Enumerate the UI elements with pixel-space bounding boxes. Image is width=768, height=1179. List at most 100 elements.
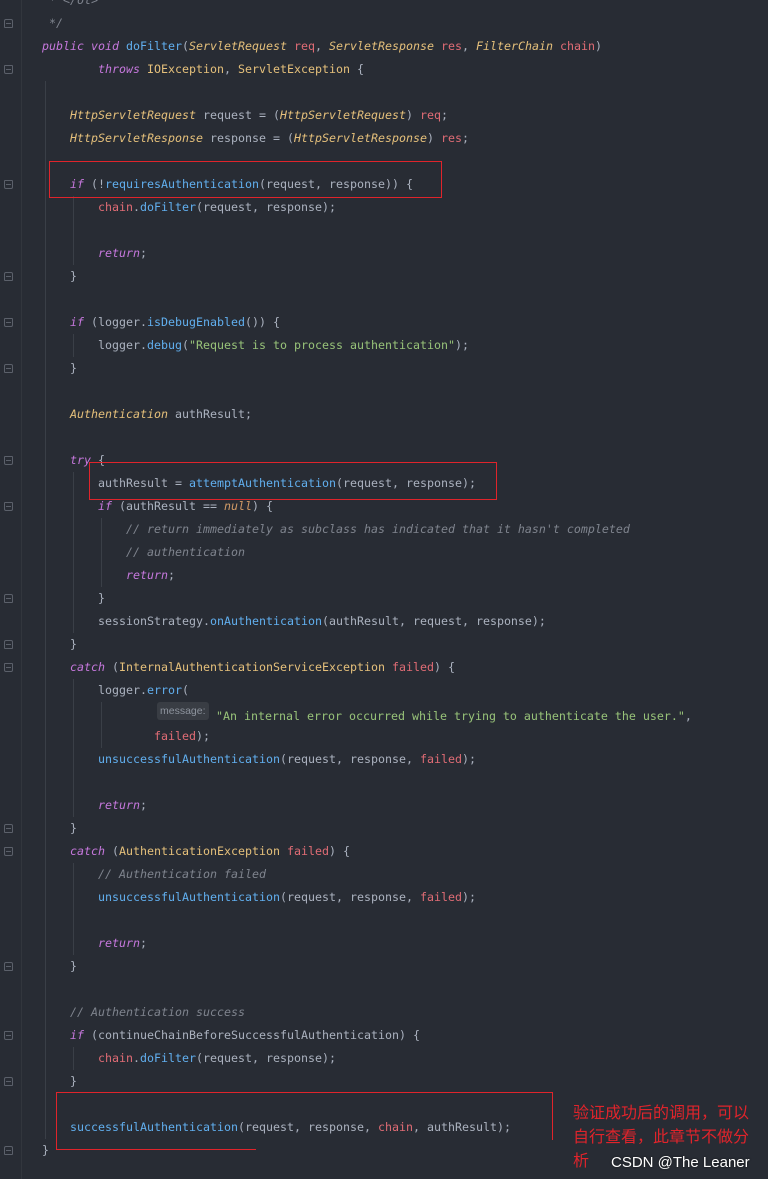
- annotation-line: 自行查看，此章节不做分: [573, 1127, 750, 1146]
- fold-end-icon[interactable]: [4, 1145, 13, 1155]
- code-line[interactable]: */: [0, 12, 768, 35]
- code-line[interactable]: catch (AuthenticationException failed) {: [0, 840, 768, 863]
- fold-end-icon[interactable]: [4, 1076, 13, 1086]
- fold-end-icon[interactable]: [4, 823, 13, 833]
- code-line[interactable]: }: [0, 955, 768, 978]
- code-line[interactable]: return;: [0, 932, 768, 955]
- code-line-text: }: [42, 357, 77, 380]
- code-line[interactable]: HttpServletResponse response = (HttpServ…: [0, 127, 768, 150]
- code-line[interactable]: throws IOException, ServletException {: [0, 58, 768, 81]
- code-line[interactable]: logger.error(: [0, 679, 768, 702]
- code-line-text: catch (InternalAuthenticationServiceExce…: [42, 656, 455, 679]
- keyword-token: catch: [70, 843, 105, 858]
- code-line[interactable]: return;: [0, 242, 768, 265]
- code-line[interactable]: sessionStrategy.onAuthentication(authRes…: [0, 610, 768, 633]
- comment-token: */: [42, 15, 63, 30]
- code-line[interactable]: Authentication authResult;: [0, 403, 768, 426]
- code-line[interactable]: }: [0, 357, 768, 380]
- code-line[interactable]: // Authentication success: [0, 1001, 768, 1024]
- code-text-token: (request, response,: [279, 751, 420, 766]
- method-token: successfulAuthentication: [70, 1119, 238, 1134]
- type-token: IOException: [147, 61, 224, 76]
- code-line[interactable]: }: [0, 633, 768, 656]
- code-line[interactable]: logger.debug("Request is to process auth…: [0, 334, 768, 357]
- code-line[interactable]: }: [0, 817, 768, 840]
- code-text-token: .: [133, 199, 140, 214]
- highlight-box-top-edge: [56, 1092, 553, 1093]
- keyword-token: catch: [70, 659, 105, 674]
- code-line[interactable]: [0, 288, 768, 311]
- code-line[interactable]: if (continueChainBeforeSuccessfulAuthent…: [0, 1024, 768, 1047]
- code-text-token: (: [181, 337, 189, 352]
- type-token: HttpServletRequest: [279, 107, 406, 122]
- method-token: error: [146, 682, 182, 697]
- fold-start-icon[interactable]: [4, 455, 13, 465]
- fold-start-icon[interactable]: [4, 846, 13, 856]
- type-token: ServletRequest: [189, 38, 287, 53]
- fold-start-icon[interactable]: [4, 501, 13, 511]
- code-text-token: }: [42, 820, 77, 835]
- code-line[interactable]: // authentication: [0, 541, 768, 564]
- code-line-text: sessionStrategy.onAuthentication(authRes…: [42, 610, 546, 633]
- code-line[interactable]: public void doFilter(ServletRequest req,…: [0, 35, 768, 58]
- code-line[interactable]: * </ol>: [0, 0, 768, 12]
- code-text-token: (logger.: [84, 314, 147, 329]
- code-line[interactable]: [0, 426, 768, 449]
- code-line[interactable]: chain.doFilter(request, response);: [0, 1047, 768, 1070]
- code-line[interactable]: }: [0, 265, 768, 288]
- code-line[interactable]: [0, 771, 768, 794]
- code-text-token: (request, response);: [196, 199, 336, 214]
- code-text-token: );: [461, 751, 476, 766]
- fold-end-icon[interactable]: [4, 961, 13, 971]
- fold-end-icon[interactable]: [4, 639, 13, 649]
- code-text-token: );: [461, 889, 476, 904]
- code-line[interactable]: message: "An internal error occurred whil…: [0, 701, 768, 725]
- fold-end-icon[interactable]: [4, 18, 13, 28]
- code-line[interactable]: [0, 219, 768, 242]
- code-line[interactable]: HttpServletRequest request = (HttpServle…: [0, 104, 768, 127]
- code-line[interactable]: if (logger.isDebugEnabled()) {: [0, 311, 768, 334]
- fold-start-icon[interactable]: [4, 317, 13, 327]
- code-line[interactable]: }: [0, 587, 768, 610]
- code-line[interactable]: }: [0, 1070, 768, 1093]
- code-line[interactable]: [0, 81, 768, 104]
- code-line[interactable]: chain.doFilter(request, response);: [0, 196, 768, 219]
- keyword-token: if: [70, 314, 84, 329]
- fold-start-icon[interactable]: [4, 662, 13, 672]
- code-line[interactable]: failed);: [0, 725, 768, 748]
- code-line[interactable]: // return immediately as subclass has in…: [0, 518, 768, 541]
- fold-end-icon[interactable]: [4, 271, 13, 281]
- code-line[interactable]: [0, 909, 768, 932]
- code-line-text: chain.doFilter(request, response);: [42, 196, 336, 219]
- code-line[interactable]: return;: [0, 794, 768, 817]
- code-text-token: ;: [140, 797, 147, 812]
- fold-start-icon[interactable]: [4, 64, 13, 74]
- code-line[interactable]: unsuccessfulAuthentication(request, resp…: [0, 748, 768, 771]
- fold-end-icon[interactable]: [4, 593, 13, 603]
- fold-start-icon[interactable]: [4, 179, 13, 189]
- code-line[interactable]: unsuccessfulAuthentication(request, resp…: [0, 886, 768, 909]
- method-token: debug: [146, 337, 182, 352]
- code-text-token: ,: [684, 708, 692, 723]
- code-line[interactable]: [0, 380, 768, 403]
- fold-start-icon[interactable]: [4, 1030, 13, 1040]
- comment-token: // authentication: [126, 544, 245, 559]
- code-line[interactable]: // Authentication failed: [0, 863, 768, 886]
- code-text-token: logger.: [42, 337, 147, 352]
- code-line[interactable]: catch (InternalAuthenticationServiceExce…: [0, 656, 768, 679]
- parameter-token: res: [440, 130, 462, 145]
- code-text-token: (authResult ==: [112, 498, 224, 513]
- code-line[interactable]: [0, 978, 768, 1001]
- code-text-token: (continueChainBeforeSuccessfulAuthentica…: [84, 1027, 420, 1042]
- string-literal-token: "An internal error occurred while trying…: [215, 708, 685, 723]
- code-line[interactable]: return;: [0, 564, 768, 587]
- fold-end-icon[interactable]: [4, 363, 13, 373]
- keyword-token: if: [98, 498, 112, 513]
